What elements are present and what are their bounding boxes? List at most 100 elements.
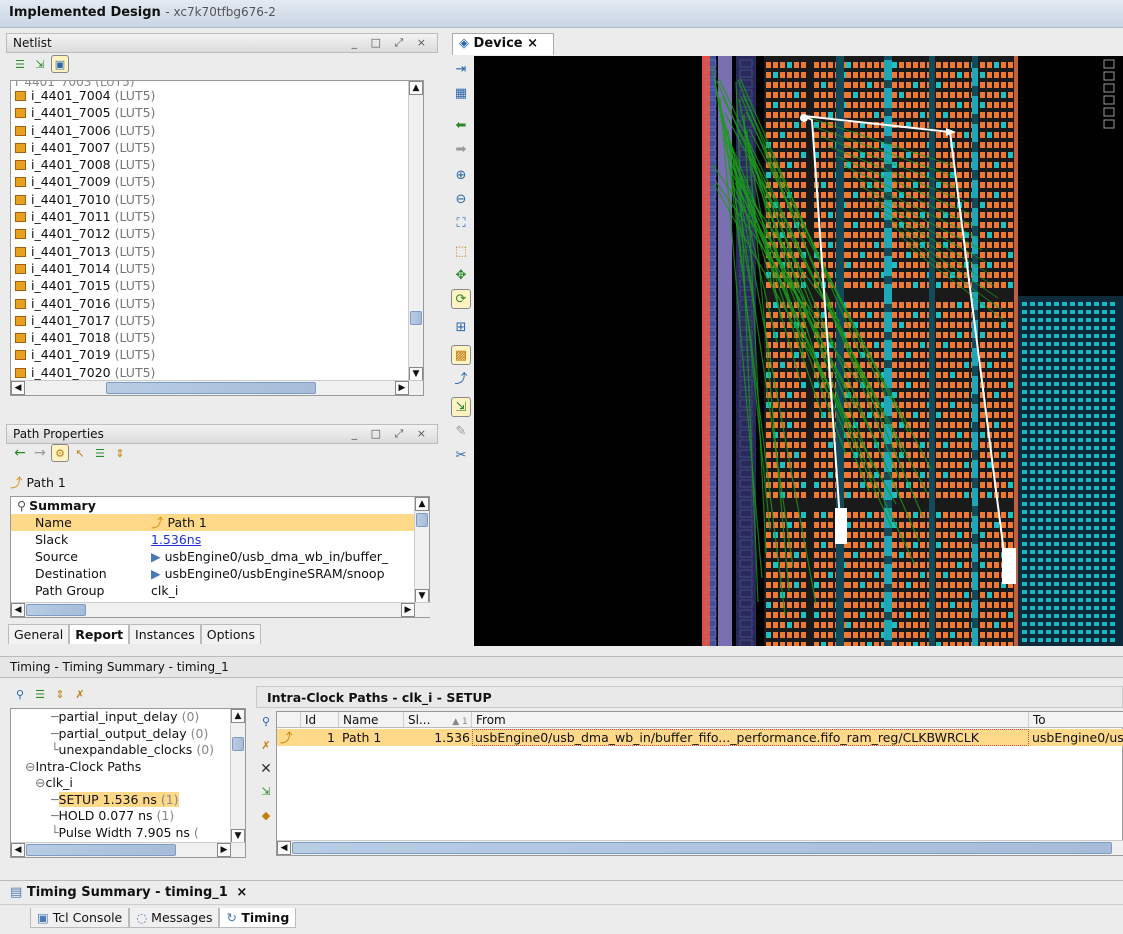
netlist-hscrollbar[interactable]: ◀ ▶ <box>11 380 423 395</box>
netlist-item[interactable]: i_4401_7016 (LUT5) <box>11 295 423 312</box>
collapse-all-icon[interactable]: ☰ <box>12 56 28 72</box>
tab-options[interactable]: Options <box>200 624 261 644</box>
col-to[interactable]: To <box>1029 712 1123 728</box>
property-row[interactable]: Path Group clk_i <box>11 582 429 599</box>
expand-icon[interactable]: ⇲ <box>32 56 48 72</box>
netlist-item[interactable]: i_4401_7009 (LUT5) <box>11 173 423 190</box>
tab-messages[interactable]: ◌ Messages <box>129 908 220 928</box>
tab-device[interactable]: ◈ Device × <box>452 33 554 55</box>
properties-vscrollbar[interactable]: ▲ ▼ <box>414 497 429 603</box>
netlist-item[interactable]: i_4401_7020 (LUT5) <box>11 364 423 381</box>
netlist-item[interactable]: i_4401_7018 (LUT5) <box>11 329 423 346</box>
netlist-item[interactable]: i_4401_7013 (LUT5) <box>11 243 423 260</box>
refresh-icon[interactable]: ⟳ <box>451 289 471 309</box>
tab-timing[interactable]: ↻ Timing <box>219 908 297 928</box>
doc-close-icon[interactable]: × <box>236 885 247 900</box>
properties-window-controls[interactable]: _ □ ⤢ × <box>352 427 431 441</box>
netlist-window-controls[interactable]: _ □ ⤢ × <box>352 36 431 50</box>
expand-all-icon[interactable]: ⇕ <box>52 686 68 702</box>
measure-icon[interactable]: ✂ <box>452 446 470 464</box>
tab-general[interactable]: General <box>8 624 70 644</box>
netlist-item[interactable]: i_4401_7007 (LUT5) <box>11 139 423 156</box>
export-icon[interactable]: ⇲ <box>258 783 274 799</box>
scroll-left-icon[interactable]: ◀ <box>11 381 25 395</box>
tab-instances[interactable]: Instances <box>129 624 201 644</box>
tab-tcl-console[interactable]: ▣ Tcl Console <box>30 908 130 928</box>
tree-hscrollbar[interactable]: ◀ ▶ <box>11 842 245 857</box>
netlist-item[interactable]: i_4401_7010 (LUT5) <box>11 191 423 208</box>
tree-node[interactable]: ─HOLD 0.077 ns (1) <box>11 808 245 825</box>
netlist-item[interactable]: i_4401_7019 (LUT5) <box>11 346 423 363</box>
expand-all-icon[interactable]: ⇕ <box>112 445 128 461</box>
search-icon[interactable]: ⚲ <box>258 713 274 729</box>
netlist-item[interactable]: i_4401_7005 (LUT5) <box>11 104 423 121</box>
scroll-down-icon[interactable]: ▼ <box>409 367 423 381</box>
col-name[interactable]: Name <box>339 712 404 728</box>
scroll-right-icon[interactable]: ▶ <box>395 381 409 395</box>
settings-icon[interactable]: ✗ <box>72 686 88 702</box>
settings-icon[interactable]: ✗ <box>258 737 274 753</box>
tree-node[interactable]: ⊖Intra-Clock Paths <box>11 759 245 776</box>
zoom-in-icon[interactable]: ⊕ <box>452 166 470 184</box>
summary-collapse-icon[interactable]: ⚲ <box>17 497 26 514</box>
tree-node[interactable]: ⊖clk_i <box>11 775 245 792</box>
timing-tree[interactable]: ─partial_input_delay (0) ─partial_output_… <box>10 708 246 858</box>
autofit-icon[interactable]: ⤴ <box>452 370 470 388</box>
tree-node[interactable]: ─SETUP 1.536 ns (1) <box>11 791 245 809</box>
tree-vscrollbar[interactable]: ▲ ▼ <box>230 709 245 843</box>
route-icon[interactable]: ⇥ <box>452 60 470 78</box>
property-value[interactable]: 1.536ns <box>151 532 201 547</box>
tab-report[interactable]: Report <box>69 624 130 644</box>
close-icon[interactable]: ✕ <box>258 761 274 777</box>
device-canvas[interactable] <box>474 56 1123 646</box>
tree-node[interactable]: ─partial_output_delay (0) <box>11 726 245 743</box>
select-area-icon[interactable]: ⬚ <box>452 242 470 260</box>
gear-icon[interactable]: ⚙ <box>51 444 69 462</box>
netlist-item[interactable]: i_4401_7017 (LUT5) <box>11 312 423 329</box>
summary-section[interactable]: ⚲ Summary <box>11 497 429 514</box>
zoom-fit-icon[interactable]: ⛶ <box>452 214 470 232</box>
device-close-icon[interactable]: × <box>527 36 538 51</box>
table-hscrollbar[interactable]: ◀ <box>277 840 1123 855</box>
paths-table[interactable]: Id Name Sl... ▲ 1 From To ⤴ 1 Path 1 1.5… <box>276 711 1123 856</box>
property-row[interactable]: Source ▶ usbEngine0/usb_dma_wb_in/buffer_ <box>11 548 429 565</box>
netlist-item[interactable]: i_4401_7015 (LUT5) <box>11 277 423 294</box>
netlist-item[interactable]: i_4401_7014 (LUT5) <box>11 260 423 277</box>
search-icon[interactable]: ⚲ <box>12 686 28 702</box>
netlist-item[interactable]: i_4401_7012 (LUT5) <box>11 225 423 242</box>
properties-table[interactable]: ⚲ Summary Name ⤴ Path 1 Slack 1.536ns Source ▶… <box>10 496 431 618</box>
collapse-icon[interactable]: ☰ <box>92 445 108 461</box>
netlist-tree[interactable]: i_4401_7003 (LUT5) i_4401_7004 (LUT5)i_4… <box>10 80 424 396</box>
tab-timing-summary[interactable]: ▤ Timing Summary - timing_1 × <box>10 885 247 900</box>
tree-node[interactable]: └Pulse Width 7.905 ns ( <box>11 825 245 842</box>
grid-icon[interactable]: ▦ <box>452 84 470 102</box>
col-id[interactable]: Id <box>301 712 339 728</box>
netlist-item[interactable]: i_4401_7006 (LUT5) <box>11 122 423 139</box>
zoom-out-icon[interactable]: ⊖ <box>452 190 470 208</box>
forward-arrow-icon[interactable]: ➡ <box>452 140 470 158</box>
col-from[interactable]: From <box>472 712 1029 728</box>
property-row[interactable]: Name ⤴ Path 1 <box>11 514 429 531</box>
select-cursor-icon[interactable]: ↖ <box>72 445 88 461</box>
show-hierarchy-icon[interactable]: ▣ <box>51 55 69 73</box>
move-icon[interactable]: ✥ <box>452 266 470 284</box>
property-row[interactable]: Destination ▶ usbEngine0/usbEngineSRAM/sn… <box>11 565 429 582</box>
place-icon[interactable]: ⊞ <box>452 318 470 336</box>
netlist-vscrollbar[interactable]: ▲ ▼ <box>408 81 423 381</box>
netlist-item[interactable]: i_4401_7004 (LUT5) <box>11 87 423 104</box>
tree-node[interactable]: └unexpandable_clocks (0) <box>11 742 245 759</box>
routing-resources-icon[interactable]: ▩ <box>451 345 471 365</box>
properties-hscrollbar[interactable]: ◀ ▶ <box>11 602 431 617</box>
netlist-item[interactable]: i_4401_7011 (LUT5) <box>11 208 423 225</box>
forward-arrow-icon[interactable]: → <box>32 445 48 461</box>
pin-icon[interactable]: ✎ <box>452 422 470 440</box>
property-row[interactable]: Slack 1.536ns <box>11 531 429 548</box>
scroll-up-icon[interactable]: ▲ <box>409 81 423 95</box>
back-arrow-icon[interactable]: ← <box>12 445 28 461</box>
back-arrow-icon[interactable]: ⬅ <box>452 116 470 134</box>
collapse-all-icon[interactable]: ☰ <box>32 686 48 702</box>
netlist-item[interactable]: i_4401_7008 (LUT5) <box>11 156 423 173</box>
col-slack[interactable]: Sl... ▲ 1 <box>404 712 472 728</box>
tree-node[interactable]: ─partial_input_delay (0) <box>11 709 245 726</box>
show-paths-icon[interactable]: ⇲ <box>451 397 471 417</box>
